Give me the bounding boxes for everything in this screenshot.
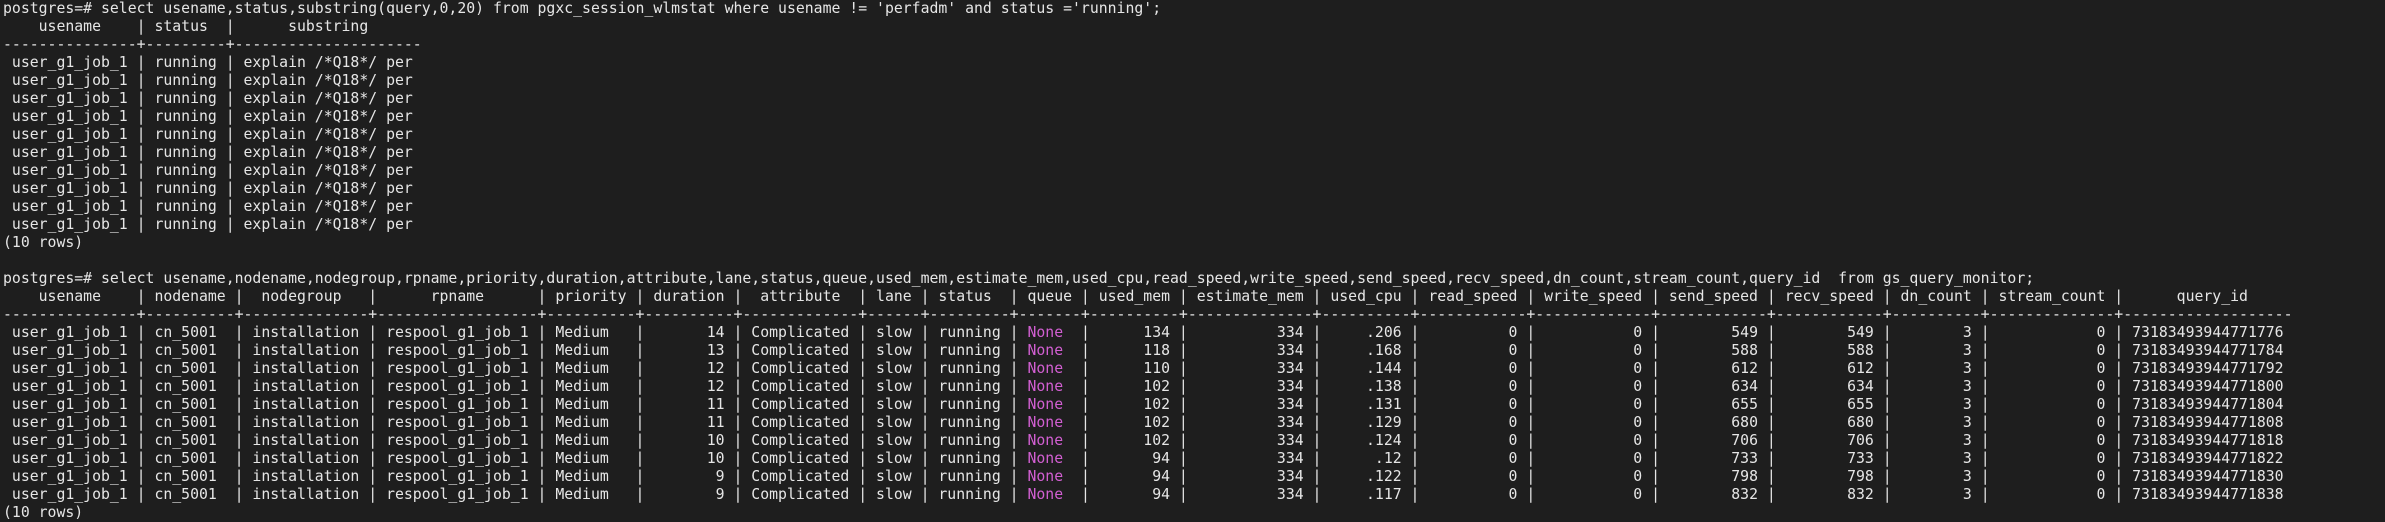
terminal-line: user_g1_job_1 | running | explain /*Q18*… bbox=[3, 180, 2385, 198]
terminal-text: user_g1_job_1 | cn_5001 | installation |… bbox=[3, 414, 1028, 431]
terminal-line: user_g1_job_1 | running | explain /*Q18*… bbox=[3, 216, 2385, 234]
terminal-text: user_g1_job_1 | cn_5001 | installation |… bbox=[3, 486, 1028, 503]
terminal-line: user_g1_job_1 | running | explain /*Q18*… bbox=[3, 108, 2385, 126]
terminal-text: usename | nodename | nodegroup | rpname … bbox=[3, 288, 2248, 305]
terminal-text: user_g1_job_1 | running | explain /*Q18*… bbox=[3, 198, 413, 215]
queue-value-highlight: None bbox=[1027, 414, 1064, 431]
terminal-text: user_g1_job_1 | cn_5001 | installation |… bbox=[3, 432, 1028, 449]
terminal-text: user_g1_job_1 | running | explain /*Q18*… bbox=[3, 72, 413, 89]
terminal-line: ---------------+----------+-------------… bbox=[3, 306, 2385, 324]
queue-value-highlight: None bbox=[1027, 450, 1064, 467]
terminal-line: user_g1_job_1 | running | explain /*Q18*… bbox=[3, 162, 2385, 180]
terminal-text: user_g1_job_1 | running | explain /*Q18*… bbox=[3, 216, 413, 233]
terminal-text: | 102 | 334 | .131 | 0 | 0 | 655 | 655 |… bbox=[1063, 396, 2284, 413]
terminal-text: | 94 | 334 | .122 | 0 | 0 | 798 | 798 | … bbox=[1063, 468, 2284, 485]
terminal-text: | 94 | 334 | .117 | 0 | 0 | 832 | 832 | … bbox=[1063, 486, 2284, 503]
terminal-text: postgres=# select usename,nodename,nodeg… bbox=[3, 270, 2035, 287]
terminal-text: user_g1_job_1 | cn_5001 | installation |… bbox=[3, 324, 1028, 341]
terminal-text: user_g1_job_1 | running | explain /*Q18*… bbox=[3, 108, 413, 125]
terminal-text: | 134 | 334 | .206 | 0 | 0 | 549 | 549 |… bbox=[1063, 324, 2284, 341]
terminal-line: postgres=# select usename,nodename,nodeg… bbox=[3, 270, 2385, 288]
terminal-text: | 102 | 334 | .124 | 0 | 0 | 706 | 706 |… bbox=[1063, 432, 2284, 449]
terminal-text: user_g1_job_1 | running | explain /*Q18*… bbox=[3, 90, 413, 107]
terminal-text: (10 rows) bbox=[3, 504, 84, 521]
terminal-text: | 94 | 334 | .12 | 0 | 0 | 733 | 733 | 3… bbox=[1063, 450, 2284, 467]
terminal-line: user_g1_job_1 | cn_5001 | installation |… bbox=[3, 324, 2385, 342]
terminal-line: (10 rows) bbox=[3, 504, 2385, 522]
queue-value-highlight: None bbox=[1027, 378, 1064, 395]
queue-value-highlight: None bbox=[1027, 360, 1064, 377]
terminal-text: user_g1_job_1 | running | explain /*Q18*… bbox=[3, 162, 413, 179]
terminal-line: ---------------+---------+--------------… bbox=[3, 36, 2385, 54]
terminal-text: user_g1_job_1 | cn_5001 | installation |… bbox=[3, 396, 1028, 413]
terminal-text: user_g1_job_1 | running | explain /*Q18*… bbox=[3, 54, 413, 71]
terminal-line: user_g1_job_1 | running | explain /*Q18*… bbox=[3, 144, 2385, 162]
terminal-line: user_g1_job_1 | cn_5001 | installation |… bbox=[3, 396, 2385, 414]
terminal-line: usename | nodename | nodegroup | rpname … bbox=[3, 288, 2385, 306]
terminal-line: user_g1_job_1 | cn_5001 | installation |… bbox=[3, 432, 2385, 450]
terminal-line: user_g1_job_1 | running | explain /*Q18*… bbox=[3, 198, 2385, 216]
terminal-text: user_g1_job_1 | cn_5001 | installation |… bbox=[3, 468, 1028, 485]
terminal-line: user_g1_job_1 | cn_5001 | installation |… bbox=[3, 486, 2385, 504]
terminal-line: usename | status | substring bbox=[3, 18, 2385, 36]
queue-value-highlight: None bbox=[1027, 486, 1064, 503]
terminal-text: user_g1_job_1 | cn_5001 | installation |… bbox=[3, 378, 1028, 395]
queue-value-highlight: None bbox=[1027, 468, 1064, 485]
terminal-text: ---------------+----------+-------------… bbox=[3, 306, 2293, 323]
queue-value-highlight: None bbox=[1027, 432, 1064, 449]
terminal-text: usename | status | substring bbox=[3, 18, 369, 35]
terminal-text: user_g1_job_1 | running | explain /*Q18*… bbox=[3, 126, 413, 143]
terminal-text: user_g1_job_1 | running | explain /*Q18*… bbox=[3, 180, 413, 197]
terminal-text: user_g1_job_1 | cn_5001 | installation |… bbox=[3, 360, 1028, 377]
terminal-text: | 102 | 334 | .138 | 0 | 0 | 634 | 634 |… bbox=[1063, 378, 2284, 395]
queue-value-highlight: None bbox=[1027, 396, 1064, 413]
terminal-line: user_g1_job_1 | running | explain /*Q18*… bbox=[3, 54, 2385, 72]
terminal-window[interactable]: postgres=# select usename,status,substri… bbox=[0, 0, 2385, 522]
terminal-line: user_g1_job_1 | cn_5001 | installation |… bbox=[3, 342, 2385, 360]
terminal-line: user_g1_job_1 | cn_5001 | installation |… bbox=[3, 360, 2385, 378]
terminal-line: user_g1_job_1 | running | explain /*Q18*… bbox=[3, 126, 2385, 144]
terminal-text: user_g1_job_1 | running | explain /*Q18*… bbox=[3, 144, 413, 161]
terminal-line: user_g1_job_1 | cn_5001 | installation |… bbox=[3, 450, 2385, 468]
terminal-text: (10 rows) bbox=[3, 234, 84, 251]
terminal-line: user_g1_job_1 | running | explain /*Q18*… bbox=[3, 90, 2385, 108]
terminal-text: postgres=# select usename,status,substri… bbox=[3, 0, 1162, 17]
terminal-line: user_g1_job_1 | running | explain /*Q18*… bbox=[3, 72, 2385, 90]
terminal-text: ---------------+---------+--------------… bbox=[3, 36, 422, 53]
terminal-text: user_g1_job_1 | cn_5001 | installation |… bbox=[3, 450, 1028, 467]
queue-value-highlight: None bbox=[1027, 342, 1064, 359]
terminal-text: | 102 | 334 | .129 | 0 | 0 | 680 | 680 |… bbox=[1063, 414, 2284, 431]
terminal-text: user_g1_job_1 | cn_5001 | installation |… bbox=[3, 342, 1028, 359]
terminal-line: user_g1_job_1 | cn_5001 | installation |… bbox=[3, 468, 2385, 486]
terminal-line: postgres=# select usename,status,substri… bbox=[3, 0, 2385, 18]
terminal-text: | 110 | 334 | .144 | 0 | 0 | 612 | 612 |… bbox=[1063, 360, 2284, 377]
terminal-line: user_g1_job_1 | cn_5001 | installation |… bbox=[3, 414, 2385, 432]
terminal-line: user_g1_job_1 | cn_5001 | installation |… bbox=[3, 378, 2385, 396]
terminal-line: (10 rows) bbox=[3, 234, 2385, 252]
queue-value-highlight: None bbox=[1027, 324, 1064, 341]
terminal-text: | 118 | 334 | .168 | 0 | 0 | 588 | 588 |… bbox=[1063, 342, 2284, 359]
